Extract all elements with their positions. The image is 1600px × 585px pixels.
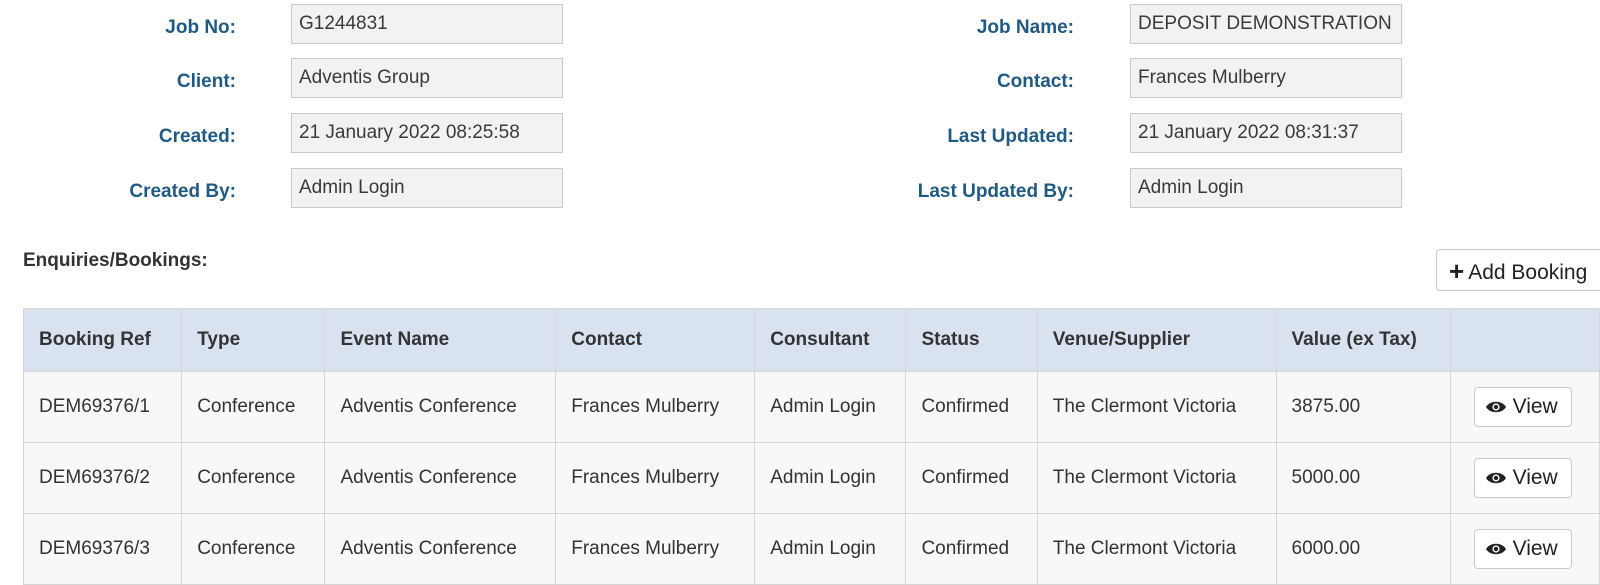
status-cell: Confirmed <box>905 513 1038 585</box>
column-header[interactable]: Value (ex Tax) <box>1275 308 1451 372</box>
value-cell: 5000.00 <box>1275 442 1451 514</box>
last-updated-field[interactable]: 21 January 2022 08:31:37 <box>1130 113 1402 153</box>
column-header <box>1449 308 1600 372</box>
table-row: DEM69376/3 Conference Adventis Conferenc… <box>22 513 1600 585</box>
job-no-field[interactable]: G1244831 <box>291 4 563 44</box>
type-cell: Conference <box>181 442 326 514</box>
status-cell: Confirmed <box>905 442 1038 514</box>
consultant-cell: Admin Login <box>754 513 907 585</box>
client-label: Client: <box>176 71 236 92</box>
column-header[interactable]: Booking Ref <box>22 308 183 372</box>
action-cell: View <box>1449 371 1600 443</box>
last-updated-by-field[interactable]: Admin Login <box>1130 168 1402 208</box>
view-button[interactable]: View <box>1473 387 1572 427</box>
venue-cell: The Clermont Victoria <box>1036 442 1277 514</box>
booking-ref-cell: DEM69376/2 <box>22 442 183 514</box>
column-header[interactable]: Venue/Supplier <box>1036 308 1277 372</box>
created-label: Created: <box>158 126 236 147</box>
eye-icon <box>1485 543 1506 555</box>
plus-icon: + <box>1449 256 1465 286</box>
view-button[interactable]: View <box>1473 529 1572 569</box>
client-field[interactable]: Adventis Group <box>291 58 563 98</box>
view-label: View <box>1512 395 1558 418</box>
eye-icon <box>1485 472 1506 484</box>
column-header[interactable]: Contact <box>555 308 756 372</box>
eye-icon <box>1485 401 1506 413</box>
column-header[interactable]: Type <box>181 308 326 372</box>
contact-label: Contact: <box>996 71 1074 92</box>
column-header[interactable]: Event Name <box>324 308 557 372</box>
job-no-label: Job No: <box>165 17 236 38</box>
booking-ref-cell: DEM69376/3 <box>22 513 183 585</box>
value-cell: 6000.00 <box>1275 513 1451 585</box>
contact-cell: Frances Mulberry <box>555 371 756 443</box>
event-name-cell: Adventis Conference <box>324 442 557 514</box>
table-row: DEM69376/1 Conference Adventis Conferenc… <box>22 371 1600 443</box>
add-booking-button[interactable]: + Add Booking <box>1436 249 1600 291</box>
bookings-section-title: Enquiries/Bookings: <box>23 250 208 271</box>
consultant-cell: Admin Login <box>754 371 907 443</box>
last-updated-label: Last Updated: <box>947 126 1074 147</box>
event-name-cell: Adventis Conference <box>324 513 557 585</box>
venue-cell: The Clermont Victoria <box>1036 513 1277 585</box>
event-name-cell: Adventis Conference <box>324 371 557 443</box>
bookings-table: Booking Ref Type Event Name Contact Cons… <box>22 308 1600 585</box>
created-by-label: Created By: <box>129 181 236 202</box>
contact-cell: Frances Mulberry <box>555 442 756 514</box>
table-header-row: Booking Ref Type Event Name Contact Cons… <box>22 308 1600 372</box>
created-field[interactable]: 21 January 2022 08:25:58 <box>291 113 563 153</box>
last-updated-by-label: Last Updated By: <box>917 181 1074 202</box>
venue-cell: The Clermont Victoria <box>1036 371 1277 443</box>
column-header[interactable]: Consultant <box>754 308 907 372</box>
view-label: View <box>1512 466 1558 489</box>
type-cell: Conference <box>181 513 326 585</box>
view-label: View <box>1512 537 1558 560</box>
contact-field[interactable]: Frances Mulberry <box>1130 58 1402 98</box>
created-by-field[interactable]: Admin Login <box>291 168 563 208</box>
value-cell: 3875.00 <box>1275 371 1451 443</box>
type-cell: Conference <box>181 371 326 443</box>
status-cell: Confirmed <box>905 371 1038 443</box>
column-header[interactable]: Status <box>905 308 1038 372</box>
action-cell: View <box>1449 513 1600 585</box>
consultant-cell: Admin Login <box>754 442 907 514</box>
contact-cell: Frances Mulberry <box>555 513 756 585</box>
action-cell: View <box>1449 442 1600 514</box>
booking-ref-cell: DEM69376/1 <box>22 371 183 443</box>
view-button[interactable]: View <box>1473 458 1572 498</box>
job-name-label: Job Name: <box>976 17 1074 38</box>
table-row: DEM69376/2 Conference Adventis Conferenc… <box>22 442 1600 514</box>
add-booking-label: Add Booking <box>1468 261 1588 284</box>
job-name-field[interactable]: DEPOSIT DEMONSTRATION <box>1130 4 1402 44</box>
